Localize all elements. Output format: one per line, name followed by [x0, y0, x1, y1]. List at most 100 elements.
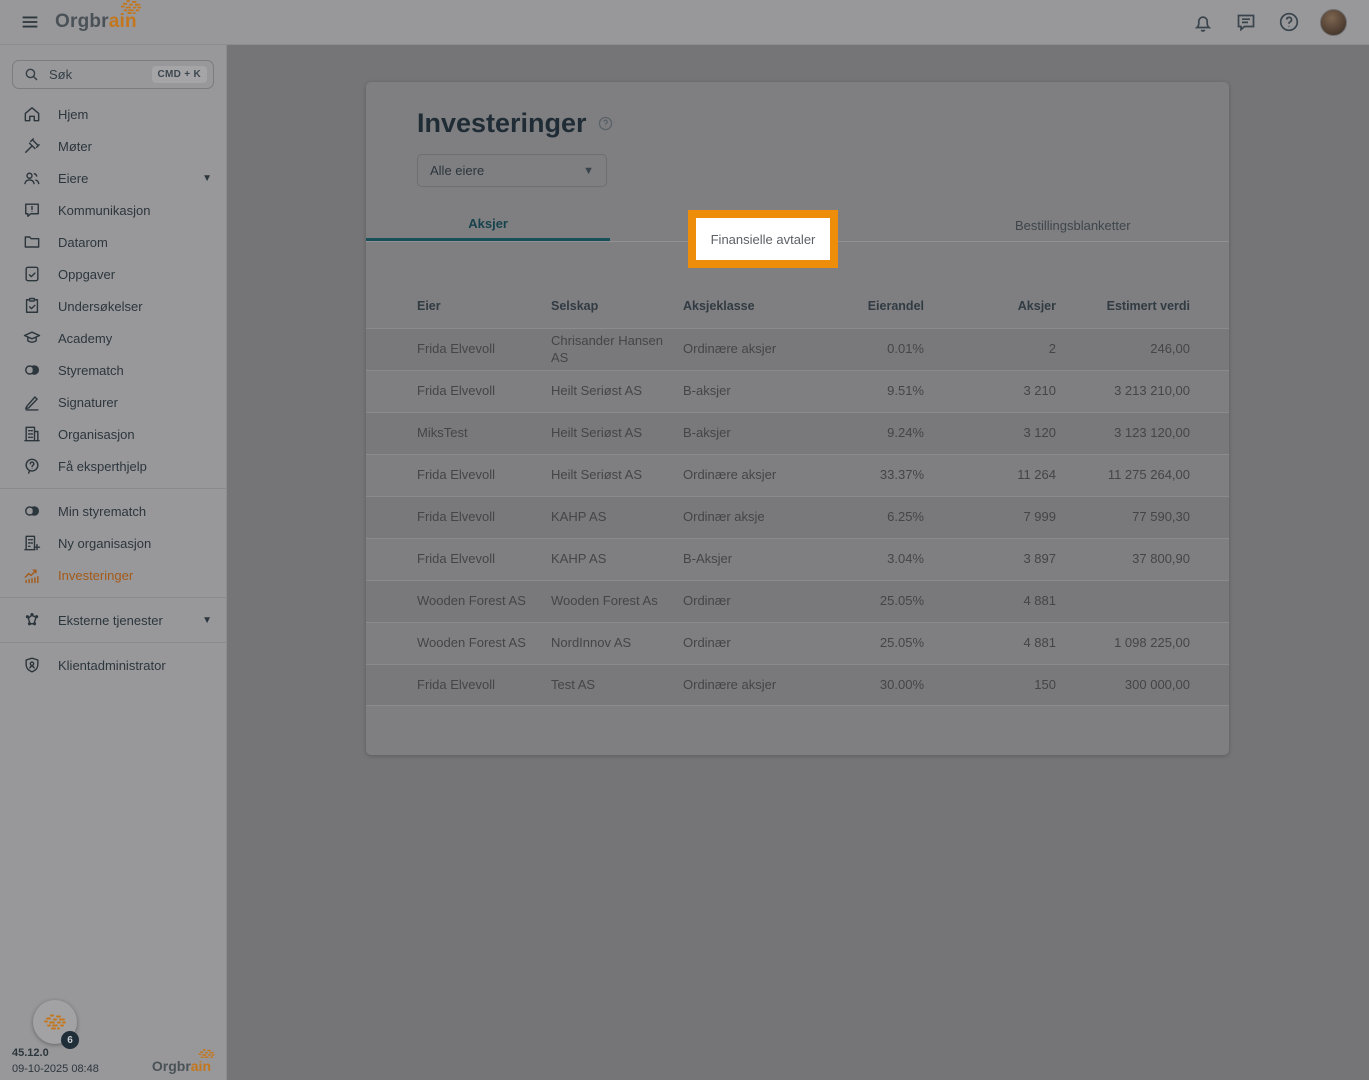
highlighted-tab-label: Finansielle avtaler [711, 232, 816, 247]
column-header: Estimert verdi [1056, 299, 1190, 315]
chart-growth-icon [22, 565, 42, 585]
title-help-icon[interactable] [597, 115, 614, 132]
table-row: Frida ElvevollHeilt Seriøst ASB-aksjer9.… [366, 370, 1229, 412]
table-cell: 246,00 [1056, 341, 1190, 357]
sidebar-item-klientadministrator[interactable]: Klientadministrator [0, 649, 226, 681]
sidebar-item-styrematch[interactable]: Styrematch [0, 354, 226, 386]
table-cell: B-aksjer [683, 383, 792, 399]
build-datetime: 09-10-2025 08:48 [12, 1063, 99, 1075]
tab-label: Bestillingsblanketter [1015, 218, 1131, 233]
table-cell: 30.00% [792, 677, 924, 693]
table-cell: B-aksjer [683, 425, 792, 441]
table-cell: Heilt Seriøst AS [551, 383, 683, 399]
logo-text: Orgbr [55, 11, 109, 32]
highlight-box-finansielle-avtaler[interactable]: Finansielle avtaler [688, 210, 838, 268]
sidebar: Søk CMD + K Hjem Møter Eiere▼ Kommunikasjon… [0, 45, 227, 1080]
sidebar-divider [0, 597, 226, 598]
help-icon[interactable] [1277, 10, 1301, 34]
sidebar-item-label: Undersøkelser [58, 299, 212, 314]
sidebar-item-unders-kelser[interactable]: Undersøkelser [0, 290, 226, 322]
sidebar-item-academy[interactable]: Academy [0, 322, 226, 354]
table-cell: Wooden Forest AS [417, 635, 551, 651]
table-cell: Heilt Seriøst AS [551, 425, 683, 441]
table-cell: Ordinære aksjer [683, 341, 792, 357]
sidebar-item-label: Signaturer [58, 395, 212, 410]
table-cell: 3 897 [924, 551, 1056, 567]
search-placeholder: Søk [49, 67, 152, 82]
sidebar-item-hjem[interactable]: Hjem [0, 98, 226, 130]
table-cell: 11 264 [924, 467, 1056, 483]
table-cell: Wooden Forest AS [417, 593, 551, 609]
sidebar-nav: Hjem Møter Eiere▼ Kommunikasjon Datarom Oppga… [0, 98, 226, 681]
sidebar-item-label: Organisasjon [58, 427, 212, 442]
sidebar-item-label: Academy [58, 331, 212, 346]
notifications-bell-icon[interactable] [1191, 10, 1215, 34]
sidebar-item-ny-organisasjon[interactable]: Ny organisasjon [0, 527, 226, 559]
tab-bestillingsblanketter[interactable]: Bestillingsblanketter [917, 209, 1229, 241]
tab-aksjer[interactable]: Aksjer [366, 209, 610, 241]
table-cell: B-Aksjer [683, 551, 792, 567]
table-cell: 3 213 210,00 [1056, 383, 1190, 399]
academy-icon [22, 328, 42, 348]
investments-table: EierSelskapAksjeklasseEierandelAksjerEst… [366, 286, 1229, 706]
menu-icon[interactable] [17, 9, 43, 35]
user-avatar[interactable] [1320, 9, 1347, 36]
investments-card: Investeringer Alle eiere ▼ AksjerFinansi… [366, 82, 1229, 755]
sidebar-divider [0, 488, 226, 489]
chevron-down-icon: ▼ [202, 173, 212, 184]
sidebar-item-m-ter[interactable]: Møter [0, 130, 226, 162]
sidebar-item-eiere[interactable]: Eiere▼ [0, 162, 226, 194]
table-row: Frida ElvevollHeilt Seriøst ASOrdinære a… [366, 454, 1229, 496]
owner-filter-select[interactable]: Alle eiere ▼ [417, 154, 607, 187]
table-row: Wooden Forest ASWooden Forest AsOrdinær2… [366, 580, 1229, 622]
table-cell: 6.25% [792, 509, 924, 525]
table-row: Frida ElvevollChrisander Hansen ASOrdinæ… [366, 328, 1229, 370]
search-input[interactable]: Søk CMD + K [12, 60, 214, 89]
table-cell: Ordinær aksje [683, 509, 792, 525]
table-cell: 9.51% [792, 383, 924, 399]
search-shortcut-badge: CMD + K [152, 66, 208, 83]
sidebar-item-oppgaver[interactable]: Oppgaver [0, 258, 226, 290]
column-header: Eier [417, 299, 551, 315]
sidebar-item-label: Min styrematch [58, 504, 212, 519]
sidebar-item-investeringer[interactable]: Investeringer [0, 559, 226, 591]
sidebar-item-label: Styrematch [58, 363, 212, 378]
sidebar-item-label: Kommunikasjon [58, 203, 212, 218]
sidebar-item-datarom[interactable]: Datarom [0, 226, 226, 258]
table-cell: 150 [924, 677, 1056, 693]
orgbrain-logo: Orgbrain [55, 11, 137, 33]
sidebar-item-label: Få eksperthjelp [58, 459, 212, 474]
task-icon [22, 264, 42, 284]
sidebar-item-f-eksperthjelp[interactable]: Få eksperthjelp [0, 450, 226, 482]
messages-icon[interactable] [1234, 10, 1258, 34]
table-body: Frida ElvevollChrisander Hansen ASOrdinæ… [366, 328, 1229, 706]
table-cell: Frida Elvevoll [417, 509, 551, 525]
people-icon [22, 168, 42, 188]
table-cell: Ordinære aksjer [683, 677, 792, 693]
table-cell: 1 098 225,00 [1056, 635, 1190, 651]
pen-icon [22, 392, 42, 412]
table-cell: Heilt Seriøst AS [551, 467, 683, 483]
table-cell: KAHP AS [551, 551, 683, 567]
network-icon [22, 610, 42, 630]
sidebar-item-min-styrematch[interactable]: Min styrematch [0, 495, 226, 527]
sidebar-item-signaturer[interactable]: Signaturer [0, 386, 226, 418]
owner-filter-value: Alle eiere [430, 163, 583, 178]
search-icon [23, 66, 40, 83]
table-cell: KAHP AS [551, 509, 683, 525]
sidebar-item-eksterne-tjenester[interactable]: Eksterne tjenester▼ [0, 604, 226, 636]
table-cell: Frida Elvevoll [417, 341, 551, 357]
table-cell: Frida Elvevoll [417, 677, 551, 693]
table-cell: Wooden Forest As [551, 593, 683, 609]
sidebar-item-organisasjon[interactable]: Organisasjon [0, 418, 226, 450]
sidebar-item-kommunikasjon[interactable]: Kommunikasjon [0, 194, 226, 226]
table-cell: MiksTest [417, 425, 551, 441]
sidebar-item-label: Møter [58, 139, 212, 154]
table-cell: 25.05% [792, 635, 924, 651]
table-cell: 33.37% [792, 467, 924, 483]
chat-alert-icon [22, 200, 42, 220]
sidebar-item-label: Oppgaver [58, 267, 212, 282]
table-cell: NordInnov AS [551, 635, 683, 651]
table-cell: 4 881 [924, 593, 1056, 609]
sidebar-item-label: Eksterne tjenester [58, 613, 202, 628]
